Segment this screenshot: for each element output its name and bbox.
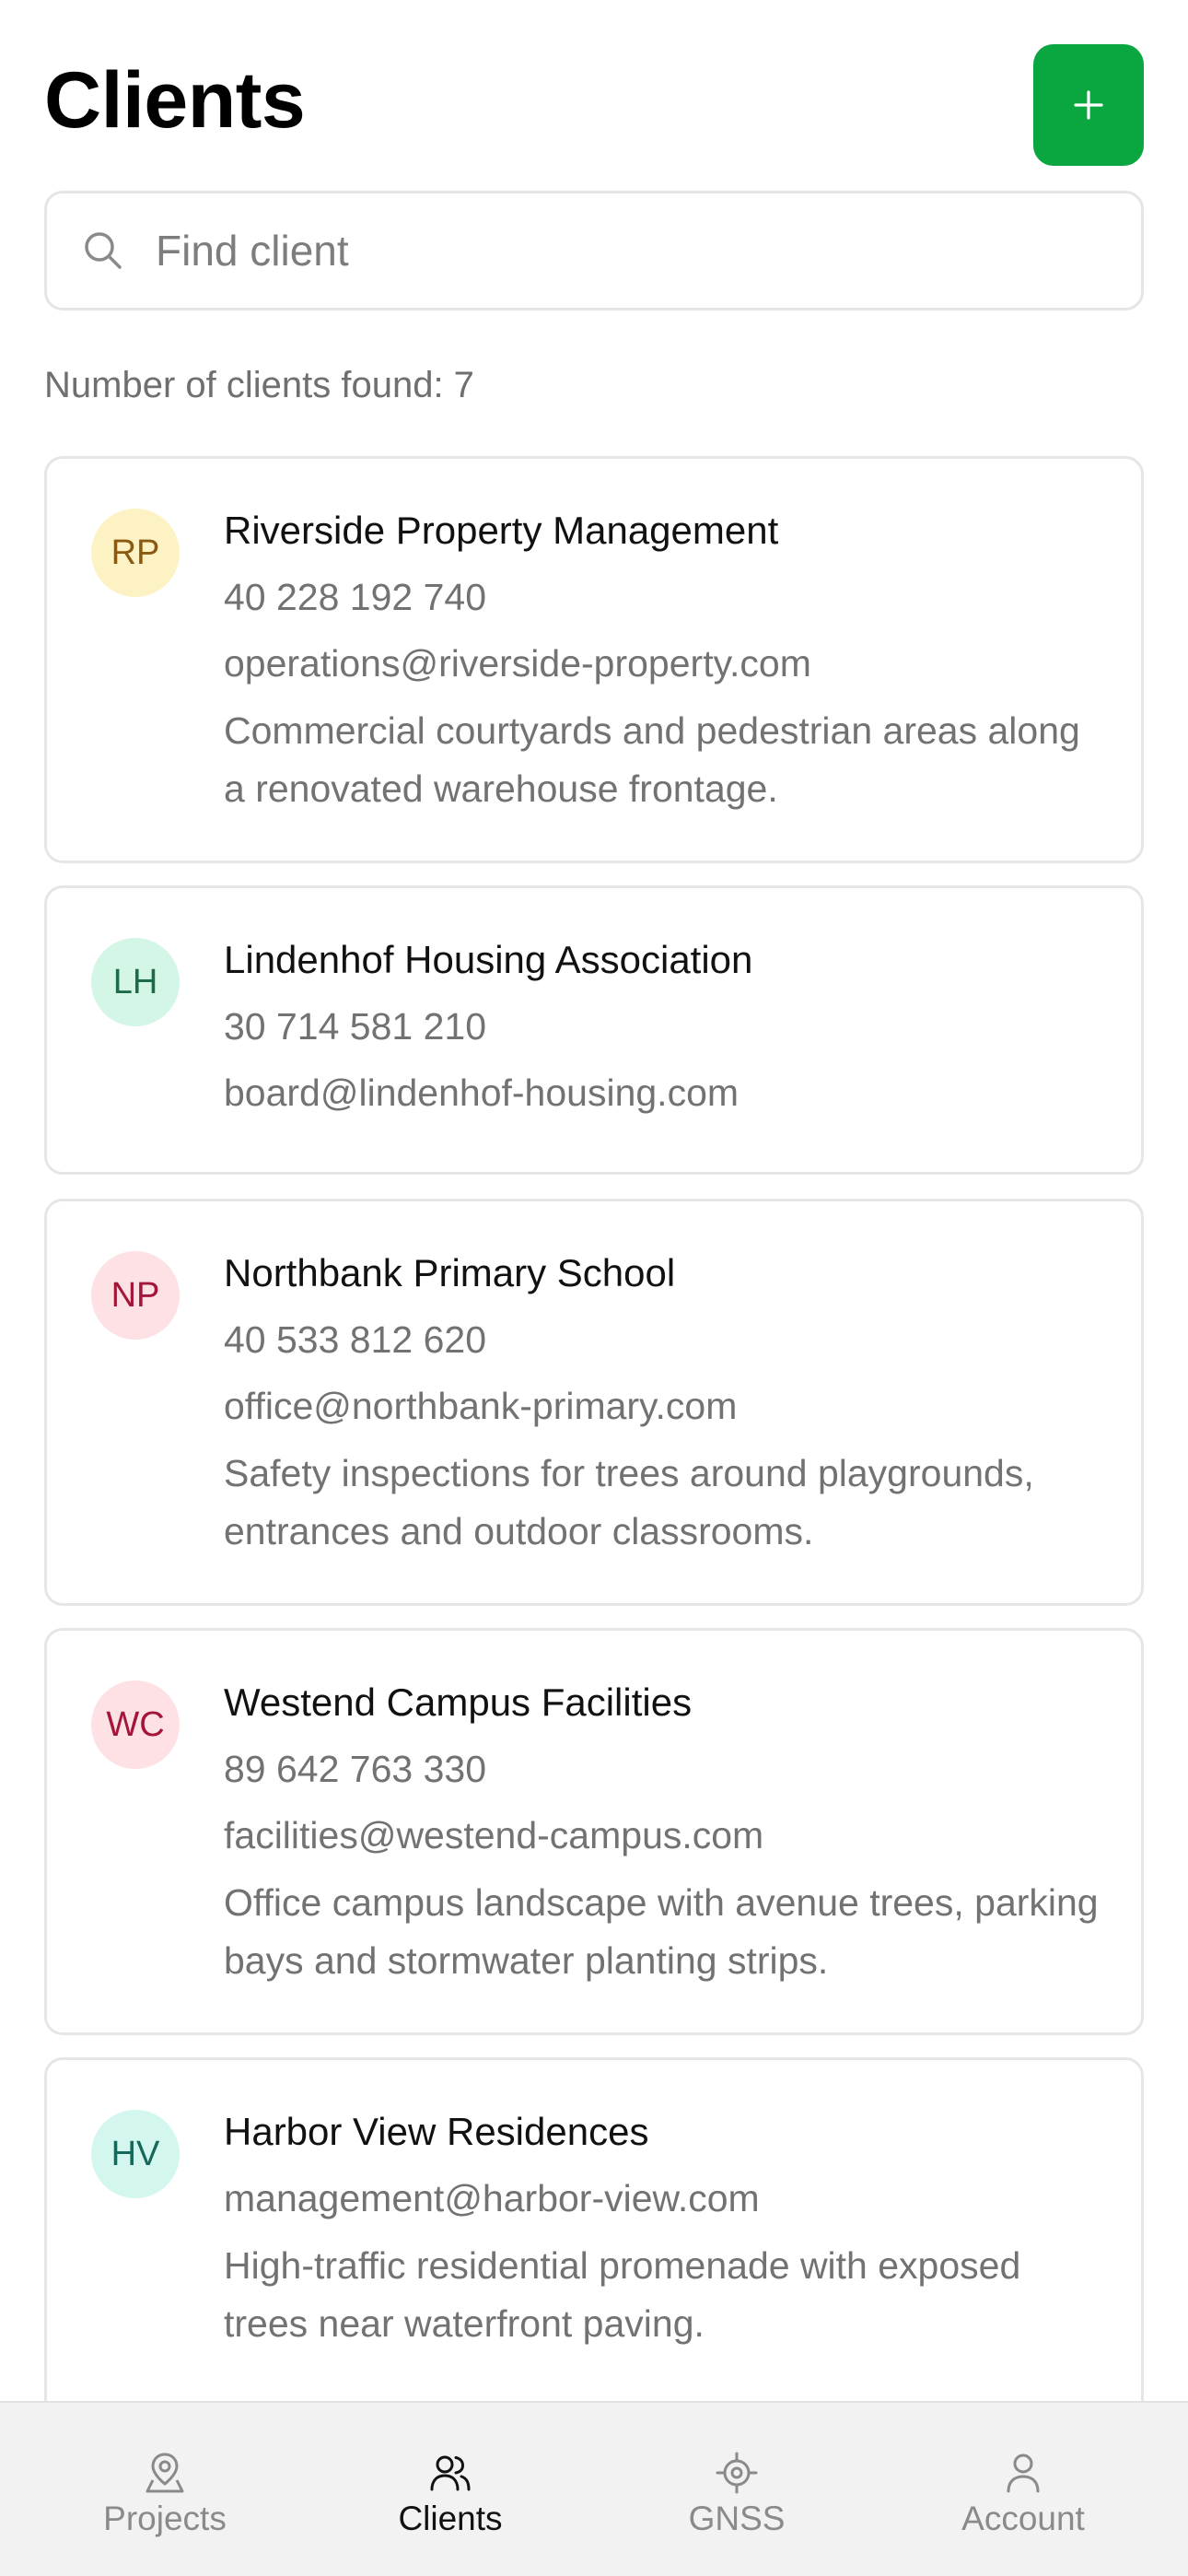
map-pin-icon xyxy=(146,2453,184,2493)
client-card[interactable]: RP Riverside Property Management 40 228 … xyxy=(44,456,1144,863)
client-card[interactable]: LH Lindenhof Housing Association 30 714 … xyxy=(44,885,1144,1175)
add-client-button[interactable] xyxy=(1033,44,1144,166)
plus-icon xyxy=(1074,90,1103,120)
client-phone: 40 533 812 620 xyxy=(224,1318,486,1361)
client-phone: 40 228 192 740 xyxy=(224,576,486,618)
tab-label: Clients xyxy=(398,2500,503,2537)
avatar: WC xyxy=(91,1680,180,1769)
search-icon xyxy=(80,228,126,274)
tab-label: Account xyxy=(961,2500,1085,2537)
crosshair-icon xyxy=(716,2452,758,2494)
tab-bar: Projects Clients GNSS Account xyxy=(0,2401,1188,2576)
avatar: HV xyxy=(91,2110,180,2198)
tab-clients[interactable]: Clients xyxy=(335,2403,565,2537)
client-description: Office campus landscape with avenue tree… xyxy=(224,1881,1099,1982)
search-field[interactable] xyxy=(44,191,1144,310)
avatar: LH xyxy=(91,938,180,1026)
client-card[interactable]: NP Northbank Primary School 40 533 812 6… xyxy=(44,1199,1144,1606)
client-email: office@northbank-primary.com xyxy=(224,1385,738,1427)
client-email: operations@riverside-property.com xyxy=(224,642,811,685)
client-name: Westend Campus Facilities xyxy=(224,1680,693,1724)
client-email: facilities@westend-campus.com xyxy=(224,1814,764,1856)
results-count: Number of clients found: 7 xyxy=(44,365,474,405)
user-icon xyxy=(1007,2453,1040,2493)
client-phone: 89 642 763 330 xyxy=(224,1748,486,1790)
client-description: Commercial courtyards and pedestrian are… xyxy=(224,709,1080,810)
tab-gnss[interactable]: GNSS xyxy=(622,2403,852,2537)
client-email: management@harbor-view.com xyxy=(224,2177,760,2219)
tab-label: GNSS xyxy=(688,2500,786,2537)
tab-projects[interactable]: Projects xyxy=(50,2403,280,2537)
search-input[interactable] xyxy=(156,226,984,275)
client-name: Northbank Primary School xyxy=(224,1251,676,1294)
avatar: NP xyxy=(91,1251,180,1340)
client-description: High-traffic residential promenade with … xyxy=(224,2244,1021,2345)
client-phone: 30 714 581 210 xyxy=(224,1005,486,1048)
avatar: RP xyxy=(91,509,180,597)
header: Clients xyxy=(44,44,1144,166)
client-name: Harbor View Residences xyxy=(224,2110,649,2153)
client-description: Safety inspections for trees around play… xyxy=(224,1452,1034,1552)
users-icon xyxy=(430,2455,471,2491)
client-name: Lindenhof Housing Association xyxy=(224,938,753,981)
page-title: Clients xyxy=(44,56,306,145)
client-name: Riverside Property Management xyxy=(224,509,779,552)
tab-account[interactable]: Account xyxy=(908,2403,1138,2537)
client-email: board@lindenhof-housing.com xyxy=(224,1071,740,1114)
client-card[interactable]: WC Westend Campus Facilities 89 642 763 … xyxy=(44,1628,1144,2035)
tab-label: Projects xyxy=(103,2500,227,2537)
